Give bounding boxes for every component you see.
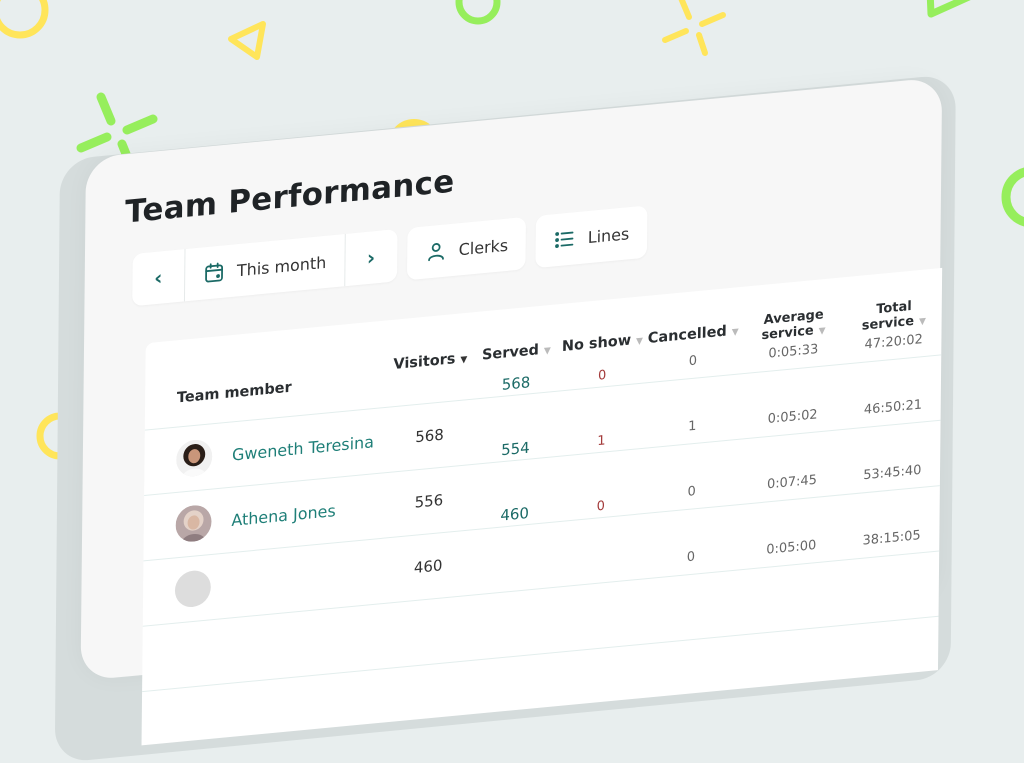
list-icon: [554, 227, 576, 251]
period-selector[interactable]: This month: [184, 234, 346, 302]
column-label: No show: [562, 332, 631, 355]
avatar: [176, 438, 212, 478]
visitors-cell: 568: [387, 423, 473, 449]
period-label: This month: [237, 252, 327, 280]
team-member-cell: [143, 553, 386, 612]
chevron-right-icon: ›: [367, 245, 375, 270]
date-navigator: ‹ This month ›: [132, 229, 397, 306]
team-performance-table: Team member Visitors ▼ Served ▼ No show ▼ C…: [142, 268, 943, 745]
deco-sparkle-yellow: [665, 0, 723, 53]
team-member-name-link[interactable]: Gweneth Teresina: [232, 432, 374, 465]
column-label: Cancelled: [648, 323, 727, 347]
clerks-label: Clerks: [459, 235, 509, 259]
column-label: Served: [482, 342, 539, 363]
sort-icon: ▼: [732, 327, 739, 338]
team-member-name-link[interactable]: Athena Jones: [231, 501, 336, 530]
column-header-visitors[interactable]: Visitors ▼: [387, 345, 473, 373]
deco-circle-green-top: [459, 0, 497, 21]
served-cell: [471, 620, 557, 628]
avatar: [175, 504, 211, 544]
team-performance-card: Team Performance ‹ This month: [81, 77, 943, 681]
column-header-served[interactable]: Served ▼: [473, 338, 559, 364]
previous-period-button[interactable]: ‹: [132, 249, 184, 306]
visitors-cell: 460: [385, 553, 471, 579]
calendar-icon: [203, 260, 225, 284]
lines-label: Lines: [588, 224, 630, 247]
column-label: Average service: [761, 307, 823, 343]
team-member-cell: Gweneth Teresina: [144, 422, 387, 481]
sort-icon: ▼: [544, 346, 551, 357]
clerks-button[interactable]: Clerks: [407, 217, 527, 281]
next-period-button[interactable]: ›: [345, 229, 397, 286]
deco-triangle-green: [930, 0, 980, 14]
column-header-total-service[interactable]: Total service ▼: [846, 296, 942, 335]
chevron-left-icon: ‹: [154, 265, 162, 290]
deco-triangle-yellow: [231, 24, 263, 57]
visitors-cell: 556: [386, 488, 472, 514]
deco-circle-green-right: [1006, 171, 1024, 223]
column-header-team-member: Team member: [145, 340, 388, 409]
deco-circle-yellow-topleft: [0, 0, 45, 35]
sort-icon: ▼: [919, 317, 926, 328]
team-member-cell: [142, 636, 384, 659]
lines-button[interactable]: Lines: [536, 205, 648, 268]
column-header-cancelled[interactable]: Cancelled ▼: [645, 322, 741, 347]
team-member-cell: Athena Jones: [144, 487, 387, 546]
column-label: Team member: [177, 380, 292, 407]
column-label: Visitors: [393, 351, 455, 373]
avatar: [175, 569, 211, 609]
no-show-cell: [557, 612, 643, 620]
user-icon: [425, 239, 447, 263]
column-label: Total service: [862, 299, 914, 334]
visitors-cell: [385, 628, 471, 636]
sort-icon: ▼: [819, 326, 826, 337]
sort-desc-icon: ▼: [460, 355, 467, 366]
column-header-no-show[interactable]: No show ▼: [559, 331, 645, 355]
page-title: Team Performance: [125, 163, 455, 230]
sort-icon: ▼: [636, 336, 643, 347]
